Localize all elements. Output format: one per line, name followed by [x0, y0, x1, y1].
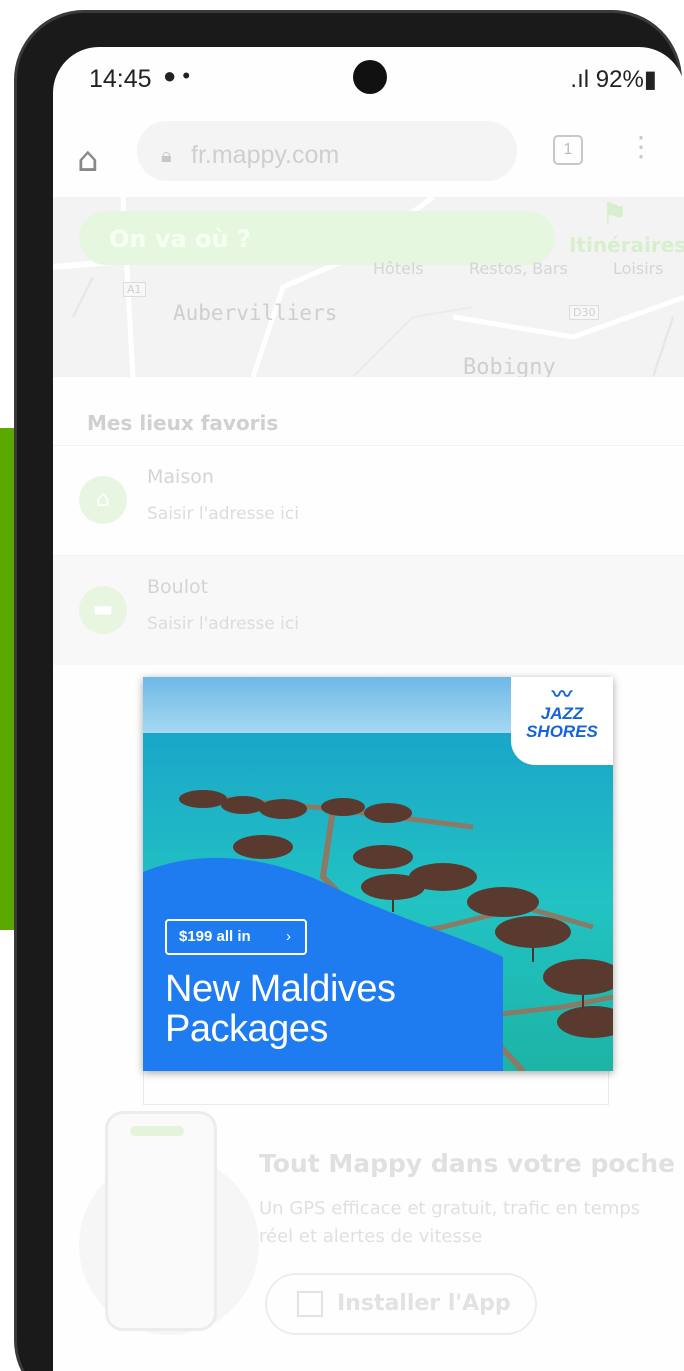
- status-bar: 14:45 ● • .ıl 92%▮: [53, 47, 684, 107]
- tabs-count-button[interactable]: 1: [553, 135, 583, 165]
- favorite-address-placeholder: Saisir l'adresse ici: [147, 504, 299, 524]
- briefcase-icon: ▬: [79, 586, 127, 634]
- promo-description: Un GPS efficace et gratuit, trafic en te…: [259, 1198, 641, 1247]
- phone-illustration: [105, 1111, 217, 1331]
- search-placeholder[interactable]: On va où ?: [109, 225, 251, 253]
- phone-illustration-searchbar: [130, 1126, 184, 1136]
- home-icon: ⌂: [79, 476, 127, 524]
- ad-headline: New Maldives Packages: [165, 969, 396, 1049]
- lock-icon: 🔒︎: [161, 143, 172, 167]
- phone-frame: 14:45 ● • .ıl 92%▮ ⌂ 🔒︎ fr.mappy.com 1 ⋮: [14, 10, 684, 1371]
- brand-line-1: JAZZ: [540, 704, 584, 723]
- road-label-d30: D30: [569, 305, 600, 320]
- favorite-name: Maison: [147, 466, 214, 488]
- ad-cta-button[interactable]: $199 all in ›: [165, 919, 307, 955]
- map-view[interactable]: On va où ? ⚑ Itinéraires Hôtels Restos, …: [53, 197, 684, 377]
- favorite-item-boulot[interactable]: ▬ Boulot Saisir l'adresse ici: [53, 555, 684, 665]
- wave-icon: 〰: [552, 684, 572, 706]
- status-time: 14:45: [89, 65, 152, 93]
- chevron-right-icon: ›: [286, 928, 291, 945]
- favorite-address-placeholder: Saisir l'adresse ici: [147, 614, 299, 634]
- category-hotels[interactable]: Hôtels: [373, 259, 424, 278]
- ad-headline-line-2: Packages: [165, 1008, 328, 1050]
- qr-code-icon: [297, 1291, 323, 1317]
- jazz-shores-logo: 〰 JAZZ SHORES: [511, 677, 613, 765]
- brand-line-2: SHORES: [526, 722, 598, 741]
- road-label-a1: A1: [123, 282, 146, 297]
- home-icon[interactable]: ⌂: [77, 143, 99, 177]
- map-place-aubervilliers: Aubervilliers: [173, 301, 338, 325]
- notification-icons: ● •: [163, 63, 191, 88]
- category-loisirs[interactable]: Loisirs: [613, 259, 664, 278]
- promo-title: Tout Mappy dans votre poche: [259, 1149, 676, 1178]
- battery-indicator: .ıl 92%▮: [570, 66, 657, 93]
- ad-banner[interactable]: 〰 JAZZ SHORES $199 all in › New Maldives…: [143, 677, 613, 1071]
- favorite-item-maison[interactable]: ⌂ Maison Saisir l'adresse ici: [53, 445, 684, 555]
- itineraires-button[interactable]: Itinéraires: [569, 233, 684, 257]
- favorites-heading: Mes lieux favoris: [87, 411, 279, 435]
- ad-cta-label: $199 all in: [179, 928, 251, 945]
- category-restos-bars[interactable]: Restos, Bars: [469, 259, 568, 278]
- url-text[interactable]: fr.mappy.com: [191, 141, 339, 170]
- ad-headline-line-1: New Maldives: [165, 968, 396, 1010]
- install-app-button[interactable]: Installer l'App: [265, 1273, 537, 1335]
- map-place-bobigny: Bobigny: [463, 355, 556, 377]
- favorite-name: Boulot: [147, 576, 209, 598]
- browser-toolbar: ⌂ 🔒︎ fr.mappy.com 1 ⋮: [53, 113, 684, 193]
- overflow-menu-icon[interactable]: ⋮: [627, 133, 655, 161]
- front-camera: [353, 60, 387, 94]
- phone-screen: 14:45 ● • .ıl 92%▮ ⌂ 🔒︎ fr.mappy.com 1 ⋮: [53, 47, 684, 1371]
- install-app-label: Installer l'App: [337, 1291, 511, 1316]
- signpost-icon[interactable]: ⚑: [601, 197, 628, 232]
